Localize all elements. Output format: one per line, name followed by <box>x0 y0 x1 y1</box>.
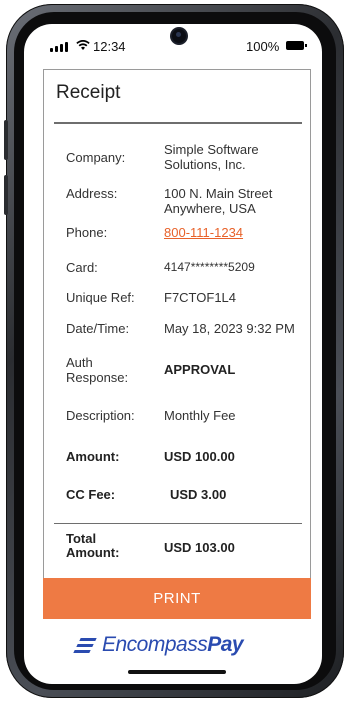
signal-icon <box>50 42 68 52</box>
row-label: Total Amount: <box>66 531 120 560</box>
battery-percent: 100% <box>246 39 280 54</box>
brand-name: EncompassPay <box>102 633 244 657</box>
row-label: Card: <box>66 260 98 275</box>
amount-value: USD 100.00 <box>164 449 235 464</box>
wifi-icon <box>76 40 90 50</box>
row-label: Phone: <box>66 225 108 240</box>
row-label: Amount: <box>66 449 120 464</box>
brand-name-bold: Pay <box>207 633 244 656</box>
phone-link[interactable]: 800-111-1234 <box>164 225 309 240</box>
camera-icon <box>172 29 186 43</box>
side-button <box>4 120 8 160</box>
page-title: Receipt <box>56 82 121 103</box>
row-label: Description: <box>66 408 135 423</box>
row-label: Company: <box>66 150 126 165</box>
row-label: Date/Time: <box>66 321 130 336</box>
row-value: F7CTOF1L4 <box>164 290 237 305</box>
row-label: Unique Ref: <box>66 290 135 305</box>
home-indicator[interactable] <box>128 670 226 674</box>
brand-logo: EncompassPay <box>73 630 244 660</box>
row-value: Simple Software Solutions, Inc. <box>164 142 259 172</box>
divider <box>54 122 302 124</box>
fee-value: USD 3.00 <box>170 487 227 502</box>
side-button <box>4 175 8 215</box>
encompass-logo-icon <box>73 636 97 654</box>
divider <box>54 523 302 524</box>
row-value: May 18, 2023 9:32 PM <box>164 321 295 336</box>
row-label: Auth Response: <box>66 355 129 385</box>
row-label: Address: <box>66 186 118 201</box>
total-value: USD 103.00 <box>164 540 235 555</box>
row-value: 100 N. Main Street Anywhere, USA <box>164 186 273 216</box>
row-value: Monthly Fee <box>164 408 236 423</box>
print-button[interactable]: PRINT <box>43 578 311 619</box>
battery-icon <box>286 41 307 50</box>
receipt-card: Receipt Company: Simple Software Solutio… <box>43 69 311 619</box>
auth-status: APPROVAL <box>164 362 236 377</box>
row-label: CC Fee: <box>66 487 116 502</box>
row-value: 4147********5209 <box>164 260 255 274</box>
brand-name-light: Encompass <box>102 633 208 656</box>
status-time: 12:34 <box>93 39 126 54</box>
